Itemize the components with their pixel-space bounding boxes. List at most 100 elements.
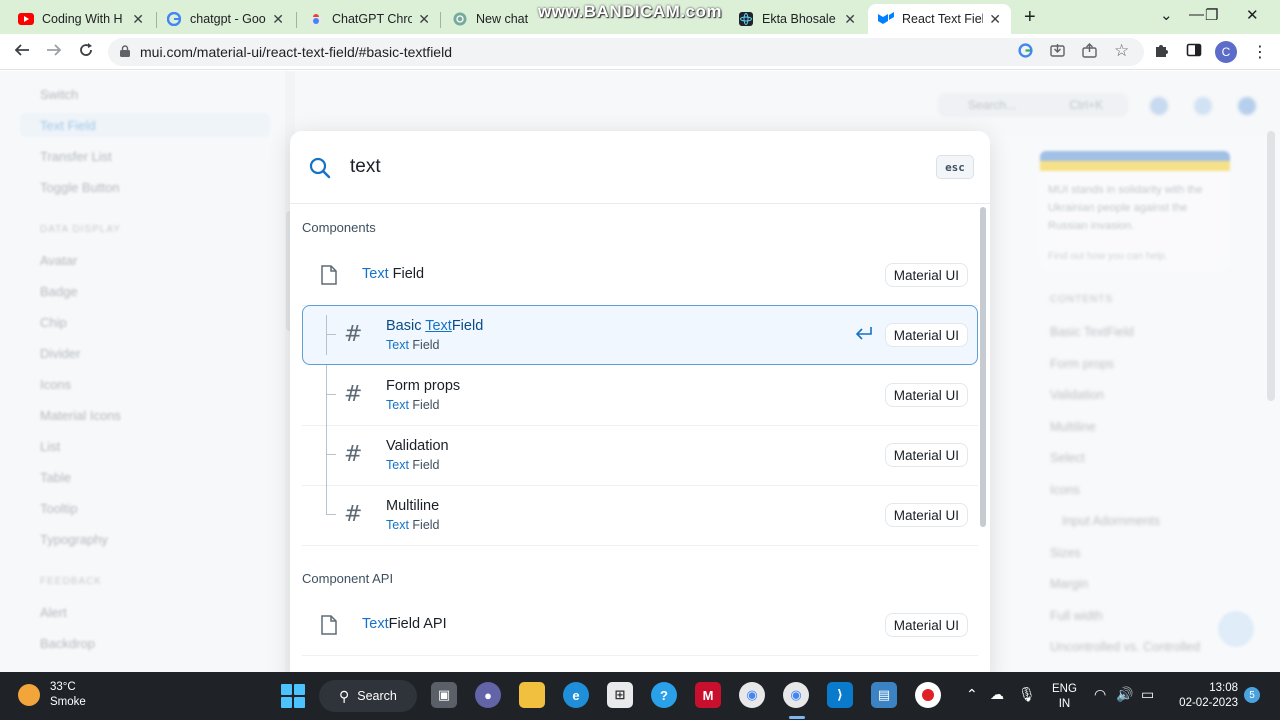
share-icon[interactable] bbox=[1082, 43, 1097, 61]
hit-breadcrumb: Text Field bbox=[386, 338, 440, 352]
teams-chat-icon[interactable]: ● bbox=[475, 682, 501, 708]
hit-title: Multiline bbox=[386, 498, 440, 514]
source-tag: Material UI bbox=[884, 263, 968, 287]
kebab-menu-icon[interactable]: ⋮ bbox=[1252, 42, 1268, 62]
chevron-down-icon[interactable]: ⌄ bbox=[1160, 6, 1173, 24]
close-icon[interactable]: ✕ bbox=[844, 11, 856, 28]
browser-tab-chrome-store[interactable]: ChatGPT Chrom ✕ bbox=[298, 4, 440, 34]
tab-title: Ekta Bhosale bbox=[762, 12, 836, 26]
address-bar[interactable]: mui.com/material-ui/react-text-field/#ba… bbox=[108, 38, 1144, 66]
search-hit[interactable]: Text Field Material UI bbox=[302, 245, 978, 306]
mui-icon bbox=[878, 11, 894, 27]
tree-line bbox=[326, 315, 327, 355]
tree-branch bbox=[326, 334, 336, 335]
chrome-icon[interactable]: ◉ bbox=[739, 682, 765, 708]
search-hit[interactable]: # Multiline Text Field Material UI bbox=[302, 485, 978, 546]
hit-divider bbox=[302, 545, 978, 546]
google-lens-icon[interactable] bbox=[1018, 43, 1033, 61]
mcafee-icon[interactable]: M bbox=[695, 682, 721, 708]
chrome-web-store-icon bbox=[308, 11, 324, 27]
source-tag: Material UI bbox=[884, 503, 968, 527]
screen-app-icon[interactable]: ▤ bbox=[871, 682, 897, 708]
volume-icon[interactable]: 🔊 bbox=[1116, 686, 1133, 703]
install-app-icon[interactable] bbox=[1050, 43, 1065, 61]
hit-title: Basic TextField bbox=[386, 318, 484, 334]
restore-icon[interactable]: ❐ bbox=[1205, 6, 1218, 24]
selected-highlight bbox=[302, 305, 978, 365]
tree-branch bbox=[326, 514, 336, 515]
tab-title: ChatGPT Chrom bbox=[332, 12, 413, 26]
tab-divider bbox=[296, 12, 297, 28]
tree-branch bbox=[326, 394, 336, 395]
search-input[interactable]: text bbox=[350, 156, 381, 178]
minimize-icon[interactable]: — bbox=[1189, 6, 1204, 23]
browser-toolbar: mui.com/material-ui/react-text-field/#ba… bbox=[0, 34, 1280, 70]
recorder-watermark: www.BANDICAM.com bbox=[538, 2, 722, 21]
hit-divider bbox=[302, 655, 978, 656]
lang-line2: IN bbox=[1058, 698, 1071, 710]
search-bar: text esc bbox=[290, 131, 990, 204]
clock-time: 13:08 bbox=[1209, 682, 1238, 694]
cloud-icon[interactable]: ☁ bbox=[990, 686, 1004, 703]
battery-icon[interactable]: ▭ bbox=[1141, 686, 1154, 703]
new-tab-plus-icon[interactable]: + bbox=[1024, 6, 1036, 29]
forward-arrow-icon[interactable] bbox=[46, 42, 62, 63]
lock-icon bbox=[120, 44, 130, 60]
search-hit[interactable]: TextField API Material UI bbox=[302, 595, 978, 656]
bandicam-record-icon[interactable] bbox=[915, 682, 941, 708]
microphone-icon[interactable]: 🎙 bbox=[1018, 686, 1036, 703]
taskbar-search-label: Search bbox=[357, 689, 397, 703]
youtube-icon bbox=[18, 11, 34, 27]
close-icon[interactable]: ✕ bbox=[418, 11, 430, 28]
search-icon: ⚲ bbox=[339, 687, 350, 704]
browser-tab-bar: Coding With H ✕ chatgpt - Goo ✕ ChatGPT … bbox=[0, 0, 1280, 34]
search-hit[interactable]: # Form props Text Field Material UI bbox=[302, 365, 978, 426]
hash-icon: # bbox=[344, 322, 363, 347]
source-tag: Material UI bbox=[884, 443, 968, 467]
hash-icon: # bbox=[344, 502, 363, 527]
vscode-icon[interactable]: ⟩ bbox=[827, 682, 853, 708]
profile-avatar[interactable]: C bbox=[1215, 41, 1237, 63]
active-app-indicator bbox=[789, 716, 805, 719]
notification-count-badge[interactable]: 5 bbox=[1244, 687, 1260, 703]
tab-title: Coding With H bbox=[42, 12, 123, 26]
file-explorer-icon[interactable] bbox=[519, 682, 545, 708]
browser-tab-youtube[interactable]: Coding With H ✕ bbox=[8, 4, 154, 34]
reload-icon[interactable] bbox=[78, 42, 94, 63]
esc-button[interactable]: esc bbox=[936, 155, 974, 179]
search-hit[interactable]: # Validation Text Field Material UI bbox=[302, 425, 978, 486]
windows-start-icon[interactable] bbox=[281, 684, 305, 708]
tray-overflow-chevron-icon[interactable]: ⌃ bbox=[966, 686, 978, 703]
close-icon[interactable]: ✕ bbox=[989, 11, 1001, 28]
tab-title: React Text Field bbox=[902, 12, 984, 26]
browser-tab-google[interactable]: chatgpt - Goo ✕ bbox=[156, 4, 294, 34]
hit-title: Form props bbox=[386, 378, 461, 394]
language-indicator[interactable]: ENG IN bbox=[1052, 682, 1077, 712]
results-scrollbar[interactable] bbox=[980, 207, 986, 527]
microsoft-store-icon[interactable]: ⊞ bbox=[607, 682, 633, 708]
search-hit-selected[interactable]: # Basic TextField Text Field Material UI bbox=[302, 305, 978, 365]
clock-date: 02-02-2023 bbox=[1179, 697, 1238, 709]
browser-tab-ekta[interactable]: Ekta Bhosale ✕ bbox=[728, 4, 866, 34]
close-window-icon[interactable]: ✕ bbox=[1246, 6, 1259, 24]
tab-divider bbox=[440, 12, 441, 28]
hit-breadcrumb: Text Field bbox=[386, 398, 440, 412]
hit-breadcrumb: Text Field bbox=[386, 518, 440, 532]
help-icon[interactable]: ? bbox=[651, 682, 677, 708]
wifi-icon[interactable]: ◠ bbox=[1094, 686, 1106, 703]
back-arrow-icon[interactable] bbox=[14, 42, 30, 63]
weather-widget[interactable]: 33°C Smoke bbox=[18, 680, 86, 710]
chrome-profile-icon[interactable]: ◉ bbox=[783, 682, 809, 708]
extensions-puzzle-icon[interactable] bbox=[1154, 42, 1170, 63]
side-panel-icon[interactable] bbox=[1186, 42, 1202, 63]
close-icon[interactable]: ✕ bbox=[272, 11, 284, 28]
bookmark-star-icon[interactable]: ☆ bbox=[1114, 41, 1129, 61]
enter-return-icon bbox=[854, 325, 874, 348]
browser-tab-active[interactable]: React Text Field ✕ bbox=[868, 4, 1011, 34]
close-icon[interactable]: ✕ bbox=[132, 11, 144, 28]
taskbar-search-button[interactable]: ⚲ Search bbox=[319, 680, 417, 712]
hit-breadcrumb: Text Field bbox=[386, 458, 440, 472]
system-clock[interactable]: 13:08 02-02-2023 bbox=[1174, 681, 1238, 711]
task-view-icon[interactable]: ▣ bbox=[431, 682, 457, 708]
edge-browser-icon[interactable]: e bbox=[563, 682, 589, 708]
